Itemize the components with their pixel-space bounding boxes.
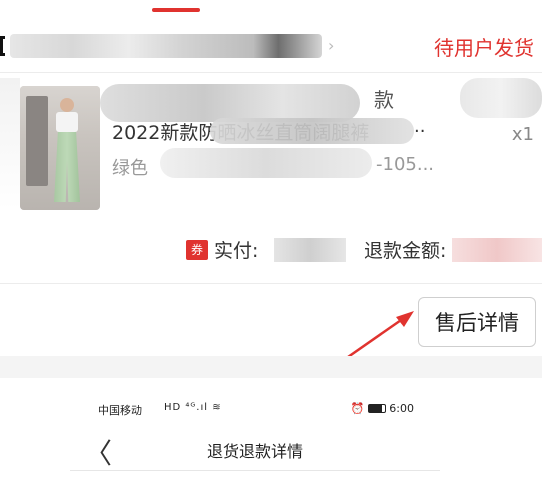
coupon-icon: 券 <box>186 240 208 260</box>
after-sale-details-button[interactable]: 售后详情 <box>418 297 536 347</box>
alarm-icon: ⏰ <box>350 402 365 415</box>
status-right: ⏰ 6:00 <box>351 402 414 415</box>
paid-amount-redacted <box>274 238 346 262</box>
signal-wifi-icon: HD ⁴ᴳ.ıl ≋ <box>164 402 222 413</box>
product-row[interactable]: 款 2022新款防晒冰丝直筒阔腿裤 .. x1 绿色 -105... <box>0 78 542 218</box>
redacted-area <box>0 78 20 210</box>
paid-label: 实付: <box>214 240 259 262</box>
refund-amount-redacted <box>452 238 542 262</box>
redacted-corner <box>460 78 542 118</box>
spec-color: 绿色 <box>112 158 148 179</box>
product-title-fragment: 款 <box>374 88 394 112</box>
spec-redacted <box>160 148 372 178</box>
product-title-ellipsis: .. <box>414 116 426 137</box>
active-tab-indicator <box>152 8 200 12</box>
product-thumbnail[interactable] <box>20 86 100 210</box>
product-title-redacted-2 <box>210 118 414 144</box>
quantity-label: x1 <box>511 124 534 145</box>
order-status: 待用户发货 <box>434 36 534 60</box>
divider <box>0 72 542 73</box>
carrier-label: 中国移动 <box>98 404 142 417</box>
section-gap <box>0 356 542 378</box>
store-bracket-icon <box>0 36 5 56</box>
order-header[interactable]: › 待用户发货 <box>0 22 542 70</box>
product-title-redacted <box>100 84 360 122</box>
payment-row: 券 实付: 退款金额: <box>0 232 542 268</box>
battery-icon <box>367 404 386 413</box>
embedded-status-bar: 中国移动 HD ⁴ᴳ.ıl ≋ ⏰ 6:00 <box>80 400 440 420</box>
page-title: 退货退款详情 <box>206 442 303 461</box>
chevron-right-icon: › <box>328 36 335 55</box>
clock-label: 6:00 <box>389 402 414 415</box>
spec-size: -105... <box>376 154 435 175</box>
nav-divider <box>70 470 440 471</box>
divider <box>0 283 542 284</box>
embedded-nav-bar: 〈 退货退款详情 <box>70 428 440 470</box>
store-name-redacted <box>10 34 322 58</box>
refund-label: 退款金额: <box>364 240 447 262</box>
